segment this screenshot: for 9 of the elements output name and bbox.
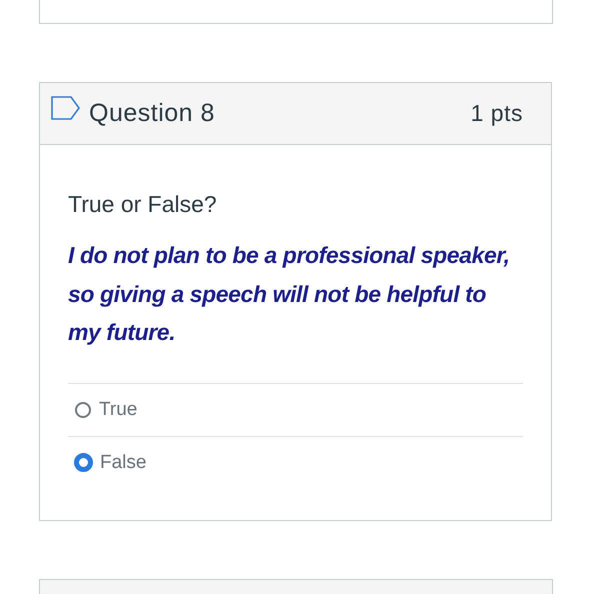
question-title: Question 8 xyxy=(89,99,215,128)
question-statement: I do not plan to be a professional speaker, so giving a speech will not be helpful to my future. xyxy=(68,241,511,347)
radio-button[interactable] xyxy=(74,453,93,472)
radio-button[interactable] xyxy=(75,402,91,418)
question-prompt: True or False? xyxy=(68,190,218,219)
answer-label[interactable]: True xyxy=(99,398,138,420)
flag-icon[interactable] xyxy=(51,96,81,120)
answer-label[interactable]: False xyxy=(100,452,146,474)
question-points: 1 pts xyxy=(470,100,523,127)
